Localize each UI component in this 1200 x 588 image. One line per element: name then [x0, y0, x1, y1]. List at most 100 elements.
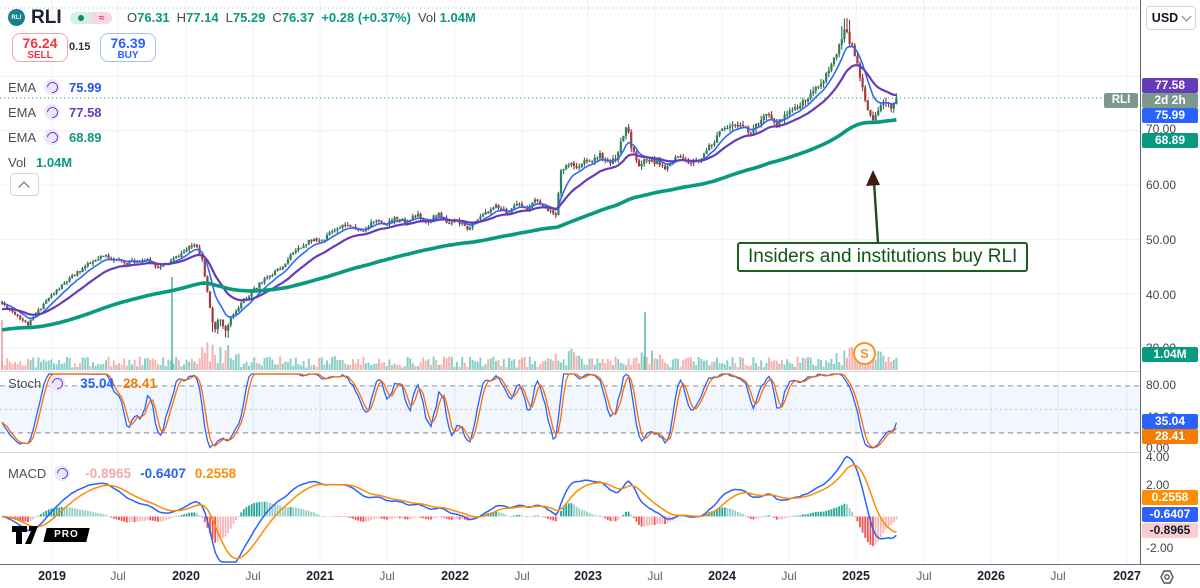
collapse-legend-button[interactable] [10, 173, 39, 196]
stoch-label: Stoch [8, 376, 41, 391]
high-value: 77.14 [186, 10, 219, 25]
volume-axis-badge: 1.04M [1142, 347, 1198, 362]
pro-badge: PRO [43, 528, 89, 542]
time-axis-label: 2027 [1107, 569, 1147, 583]
ema-mid-value: 77.58 [69, 105, 102, 120]
close-key: C [272, 10, 281, 25]
time-axis-label: 2022 [435, 569, 475, 583]
refresh-icon[interactable] [44, 104, 60, 120]
pane-separator[interactable] [0, 371, 1200, 372]
time-axis-label: Jul [904, 569, 944, 583]
sell-button[interactable]: 76.24 SELL [12, 33, 68, 62]
symbol-logo: RLI [8, 9, 25, 26]
time-axis-label: 2024 [702, 569, 742, 583]
macd-hist-value: -0.8965 [85, 466, 131, 481]
axis-tick-label: 40.00 [1146, 288, 1196, 302]
legend-ema-slow[interactable]: EMA 68.89 [8, 128, 102, 146]
change-value: +0.28 (+0.37%) [321, 10, 411, 25]
low-key: L [226, 10, 233, 25]
legend-macd[interactable]: MACD -0.8965 -0.6407 0.2558 [8, 464, 245, 482]
macd-label: MACD [8, 466, 46, 481]
ema-label: EMA [8, 130, 44, 145]
pane-separator[interactable] [0, 452, 1200, 453]
chevron-down-icon [1182, 12, 1192, 22]
axis-tick-label: 4.00 [1146, 450, 1196, 464]
time-axis-label: Jul [635, 569, 675, 583]
annotation-callout[interactable]: Insiders and institutions buy RLI [737, 242, 1028, 272]
ema-fast-value: 75.99 [69, 80, 102, 95]
legend-ema-fast[interactable]: EMA 75.99 [8, 78, 102, 96]
time-axis-label: 2023 [568, 569, 608, 583]
stoch-d-axis-badge: 28.41 [1142, 429, 1198, 444]
bar-countdown-badge: 2d 2h [1142, 93, 1198, 108]
macd-line-axis-badge: -0.6407 [1142, 507, 1198, 522]
time-axis-label: 2020 [166, 569, 206, 583]
price-axis[interactable]: USD 77.58 2d 2h 75.99 68.89 1.04M 35.04 … [1141, 0, 1200, 564]
split-event-marker[interactable]: S [853, 342, 876, 365]
buy-label: BUY [101, 51, 155, 61]
macd-hist-axis-badge: -0.8965 [1142, 523, 1198, 538]
time-axis-label: 2026 [971, 569, 1011, 583]
chevron-up-icon [18, 181, 29, 192]
symbol-title: RLI [31, 7, 62, 29]
vol-value: 1.04M [36, 155, 72, 170]
currency-label: USD [1152, 11, 1178, 25]
macd-signal-axis-badge: 0.2558 [1142, 490, 1198, 505]
time-axis-label: Jul [769, 569, 809, 583]
refresh-icon[interactable] [49, 375, 65, 391]
open-key: O [127, 10, 137, 25]
tradingview-mark-icon [12, 526, 42, 544]
time-axis-label: Jul [502, 569, 542, 583]
axis-tick-label: -2.00 [1146, 541, 1196, 555]
trading-chart-app: RLI RLI ≈ O76.31 H77.14 L75.29 C76.37 +0.28 … [0, 0, 1200, 588]
volume-value: 1.04M [440, 10, 476, 25]
market-open-dot-icon [70, 12, 91, 24]
time-axis-label: Jul [98, 569, 138, 583]
refresh-icon[interactable] [44, 79, 60, 95]
ema-fast-axis-badge: 75.99 [1142, 108, 1198, 123]
spread-value: 0.15 [69, 41, 90, 53]
ohlc-readout: O76.31 H77.14 L75.29 C76.37 +0.28 (+0.37%) Vo… [127, 10, 483, 25]
low-value: 75.29 [233, 10, 266, 25]
axis-tick-label: 50.00 [1146, 233, 1196, 247]
approx-data-icon: ≈ [91, 12, 112, 24]
ema-slow-value: 68.89 [69, 130, 102, 145]
symbol-axis-badge: RLI [1104, 93, 1138, 108]
currency-selector[interactable]: USD [1146, 6, 1196, 30]
axis-tick-label: 60.00 [1146, 178, 1196, 192]
time-axis[interactable]: 2019 Jul 2020 Jul 2021 Jul 2022 Jul 2023 Jul 2024 J… [0, 565, 1200, 588]
market-status-pills[interactable]: ≈ [70, 12, 112, 24]
legend-volume[interactable]: Vol 1.04M [8, 153, 72, 171]
high-key: H [177, 10, 186, 25]
ema-mid-axis-badge: 77.58 [1142, 78, 1198, 93]
open-value: 76.31 [137, 10, 170, 25]
stoch-d-value: 28.41 [123, 376, 157, 391]
tradingview-logo[interactable]: PRO [12, 526, 88, 544]
time-axis-label: Jul [367, 569, 407, 583]
ema-label: EMA [8, 105, 44, 120]
legend-stoch[interactable]: Stoch 35.04 28.41 [8, 374, 166, 392]
volume-key: Vol [418, 10, 436, 25]
time-axis-label: Jul [233, 569, 273, 583]
sell-price: 76.24 [13, 36, 67, 51]
axis-settings-gear-icon[interactable] [1158, 568, 1176, 586]
refresh-icon[interactable] [54, 465, 70, 481]
macd-signal-value: 0.2558 [195, 466, 236, 481]
stoch-k-value: 35.04 [80, 376, 114, 391]
close-value: 76.37 [282, 10, 315, 25]
buy-button[interactable]: 76.39 BUY [100, 33, 156, 62]
legend-ema-mid[interactable]: EMA 77.58 [8, 103, 102, 121]
ema-label: EMA [8, 80, 44, 95]
macd-line-value: -0.6407 [140, 466, 186, 481]
time-axis-label: 2021 [300, 569, 340, 583]
vol-label: Vol [8, 155, 36, 170]
axis-tick-label: 80.00 [1146, 378, 1196, 392]
refresh-icon[interactable] [44, 129, 60, 145]
time-axis-label: 2025 [836, 569, 876, 583]
buy-price: 76.39 [101, 36, 155, 51]
ema-slow-axis-badge: 68.89 [1142, 133, 1198, 148]
sell-label: SELL [13, 51, 67, 61]
time-axis-label: Jul [1038, 569, 1078, 583]
time-axis-label: 2019 [32, 569, 72, 583]
stoch-k-axis-badge: 35.04 [1142, 414, 1198, 429]
